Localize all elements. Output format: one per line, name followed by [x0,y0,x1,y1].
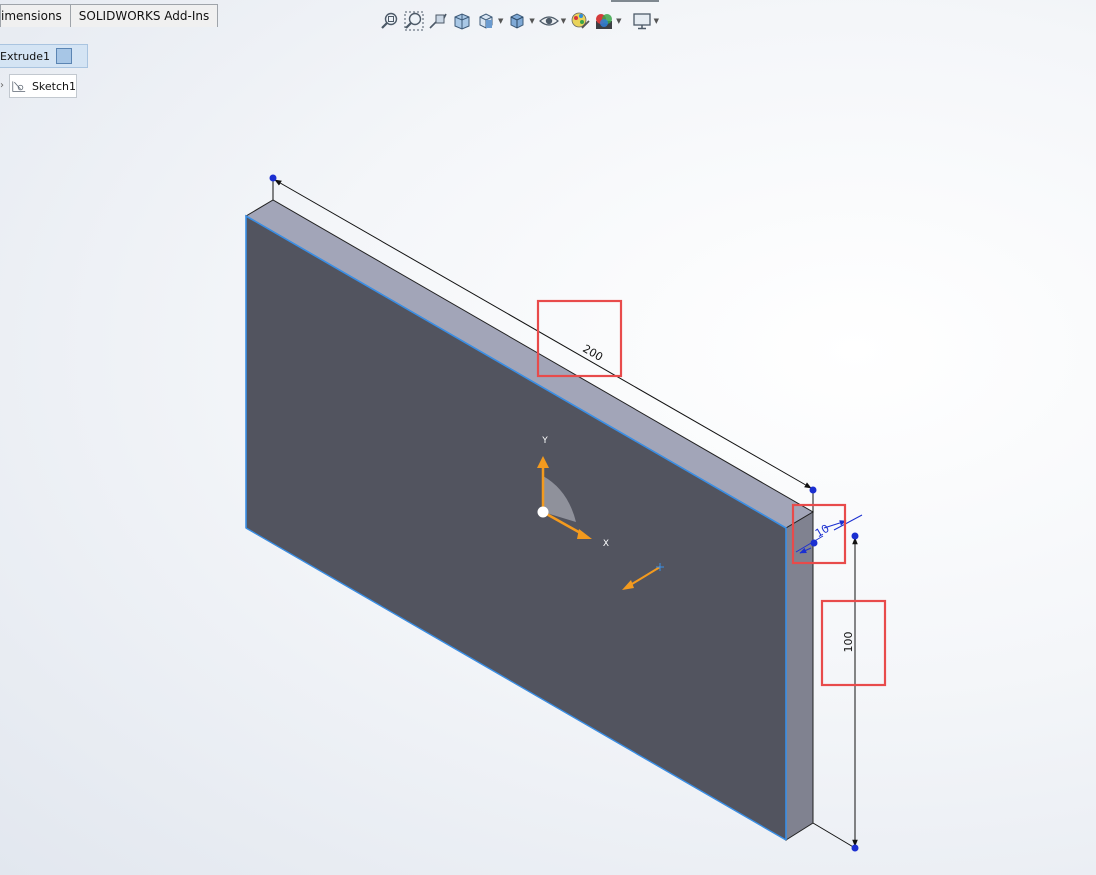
triad-y-label: Y [541,436,548,446]
plate-body[interactable] [245,199,814,841]
triad-center[interactable] [537,506,549,518]
dimension-handle[interactable] [851,844,859,852]
plate-side-face[interactable] [785,511,814,841]
dimension-height[interactable]: 100 [812,532,859,852]
graphics-area[interactable]: 200 10 100 Y X [0,0,1096,875]
dimension-height-value[interactable]: 100 [842,632,855,653]
dimension-handle[interactable] [851,532,859,540]
dimension-handle[interactable] [809,486,817,494]
triad-x-label: X [603,539,609,549]
dimension-thickness-value[interactable]: 10 [813,522,832,540]
dimension-length-value[interactable]: 200 [580,342,605,364]
plate-front-face[interactable] [245,215,787,841]
extension-line [833,514,863,531]
dimension-handle[interactable] [269,174,277,182]
extension-line [812,822,856,849]
dimension-handle[interactable] [810,539,818,547]
